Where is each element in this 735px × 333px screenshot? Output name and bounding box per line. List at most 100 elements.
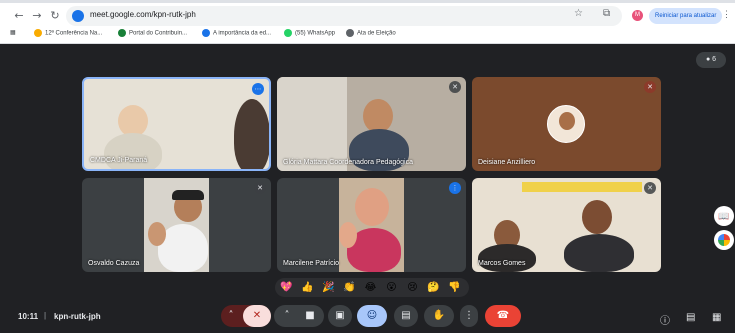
restart-to-update-button[interactable]: Reiniciar para atualizar xyxy=(649,8,723,24)
raise-hand-button[interactable]: ✋ xyxy=(424,305,454,327)
participant-video xyxy=(144,178,209,272)
participant-name: Marcos Gomes xyxy=(478,260,526,267)
chevron-up-icon[interactable]: ˄ xyxy=(278,305,296,327)
activities-icon[interactable]: ▦ xyxy=(712,312,721,323)
participant-name: CMDCA Ji-Paraná xyxy=(90,157,148,164)
participant-video xyxy=(355,188,389,226)
wall-poster xyxy=(522,182,642,192)
profile-avatar[interactable]: M xyxy=(632,10,643,21)
participants-count-button[interactable]: ● 6 xyxy=(696,52,726,68)
reaction-party[interactable]: 🎉 xyxy=(322,281,335,294)
captions-icon: ▤ xyxy=(401,310,411,321)
present-screen-button[interactable]: ▣ xyxy=(328,305,352,327)
participant-name: Glória Mattara Coordenadora Pedagógica xyxy=(283,159,413,166)
meet-stage: ● 6 ⋯ CMDCA Ji-Paraná ✕ Glória Mattara C… xyxy=(0,44,735,333)
participant-tile[interactable]: ⋯ CMDCA Ji-Paraná xyxy=(82,77,271,171)
waving-hand xyxy=(339,222,357,248)
separator: | xyxy=(44,311,47,320)
browser-chrome: ← → ↻ meet.google.com/kpn-rutk-jph ☆ ⧉ M… xyxy=(0,0,735,44)
bookmark-item[interactable]: Ata de Eleição xyxy=(346,29,396,37)
side-panel-app-icon[interactable] xyxy=(714,230,734,250)
participant-tile[interactable]: ✕ Deisiane Anzilliero xyxy=(472,77,661,171)
bookmark-favicon xyxy=(202,29,210,37)
bookmark-item[interactable]: 12ª Conferência Na... xyxy=(34,29,102,37)
speaking-indicator-icon: ⋮ xyxy=(449,182,461,194)
muted-mic-icon: ✕ xyxy=(254,182,266,194)
participant-video xyxy=(559,112,575,130)
more-options-icon[interactable]: ⋯ xyxy=(252,83,264,95)
forward-icon[interactable]: → xyxy=(30,9,44,23)
reaction-thumbs-up[interactable]: 👍 xyxy=(301,281,314,294)
apps-grid-icon[interactable]: ▦ xyxy=(10,29,16,36)
meeting-info-icon[interactable]: ⓘ xyxy=(660,312,670,327)
bookmark-star-icon[interactable]: ☆ xyxy=(574,8,583,19)
participant-video xyxy=(363,99,393,133)
participant-video xyxy=(104,133,162,169)
whatsapp-icon xyxy=(284,29,292,37)
bookmark-favicon xyxy=(118,29,126,37)
participant-count: 6 xyxy=(712,56,717,63)
leave-call-button[interactable]: ☎ xyxy=(485,305,521,327)
participant-name: Marcilene Patrício xyxy=(283,260,340,267)
extensions-icon[interactable]: ⧉ xyxy=(603,8,610,19)
reaction-sparkling-heart[interactable]: 💖 xyxy=(280,281,293,294)
participant-video xyxy=(478,244,536,272)
camera-control[interactable]: ˄ ■ xyxy=(274,305,324,327)
waving-hand xyxy=(148,222,166,246)
participant-name: Deisiane Anzilliero xyxy=(478,159,536,166)
url-text[interactable]: meet.google.com/kpn-rutk-jph xyxy=(90,10,196,19)
participant-avatar xyxy=(547,105,585,143)
participant-tile[interactable]: ✕ Glória Mattara Coordenadora Pedagógica xyxy=(277,77,466,171)
back-icon[interactable]: ← xyxy=(12,9,26,23)
site-info-icon[interactable] xyxy=(72,10,84,22)
reaction-joy[interactable]: 😂 xyxy=(364,281,377,294)
app-logo-icon xyxy=(718,234,730,246)
bookmark-label: 12ª Conferência Na... xyxy=(45,30,103,37)
mic-off-icon[interactable]: ✕ xyxy=(243,305,271,327)
microphone-control[interactable]: ˄ ✕ xyxy=(221,305,271,327)
browser-menu-icon[interactable]: ⋮ xyxy=(722,9,731,20)
bookmark-favicon xyxy=(346,29,354,37)
reaction-clap[interactable]: 👏 xyxy=(343,281,356,294)
reaction-surprised[interactable]: 😮 xyxy=(385,281,398,294)
bookmark-label: (55) WhatsApp xyxy=(295,30,336,37)
muted-mic-icon: ✕ xyxy=(644,81,656,93)
bookmark-label: Portal do Contribuin... xyxy=(129,30,188,37)
participant-tile[interactable]: ✕ Marcos Gomes xyxy=(472,178,661,272)
bookmark-label: Ata de Eleição xyxy=(357,30,396,37)
participant-video xyxy=(582,200,612,234)
reactions-bar: 💖 👍 🎉 👏 😂 😮 😢 🤔 👎 xyxy=(275,278,469,297)
present-icon: ▣ xyxy=(335,310,345,321)
bookmark-item[interactable]: (55) WhatsApp xyxy=(284,29,335,37)
bookmark-favicon xyxy=(34,29,42,37)
reload-icon[interactable]: ↻ xyxy=(48,9,62,23)
address-bar[interactable]: meet.google.com/kpn-rutk-jph xyxy=(66,6,622,26)
meeting-time: 10:11 xyxy=(18,312,39,321)
reaction-sad[interactable]: 😢 xyxy=(406,281,419,294)
send-reaction-button[interactable]: ☺ xyxy=(357,305,387,327)
hang-up-icon: ☎ xyxy=(496,310,510,321)
people-icon: ● xyxy=(705,56,711,63)
participant-video xyxy=(234,99,269,169)
participant-tile[interactable]: ⋮ Marcilene Patrício xyxy=(277,178,466,272)
camera-icon[interactable]: ■ xyxy=(300,305,320,327)
chevron-up-icon[interactable]: ˄ xyxy=(221,305,241,327)
more-options-button[interactable]: ⋮ xyxy=(460,305,478,327)
more-vert-icon: ⋮ xyxy=(464,310,474,321)
chat-icon[interactable]: ▤ xyxy=(686,312,695,323)
side-panel-book-icon[interactable]: 📖 xyxy=(714,206,734,226)
bookmark-item[interactable]: A importância da ed... xyxy=(202,29,271,37)
reaction-thinking[interactable]: 🤔 xyxy=(427,281,440,294)
reaction-thumbs-down[interactable]: 👎 xyxy=(448,281,461,294)
bookmarks-bar: ▦ 12ª Conferência Na... Portal do Contri… xyxy=(0,28,735,43)
captions-button[interactable]: ▤ xyxy=(394,305,418,327)
bookmark-item[interactable]: Portal do Contribuin... xyxy=(118,29,187,37)
participant-tile[interactable]: ✕ Osvaldo Cazuza xyxy=(82,178,271,272)
participant-name: Osvaldo Cazuza xyxy=(88,260,140,267)
hand-icon: ✋ xyxy=(432,310,446,321)
participant-video xyxy=(564,234,634,272)
cap-shape xyxy=(172,190,204,200)
meeting-code: kpn-rutk-jph xyxy=(54,312,101,321)
tab-strip xyxy=(0,0,735,3)
muted-mic-icon: ✕ xyxy=(644,182,656,194)
